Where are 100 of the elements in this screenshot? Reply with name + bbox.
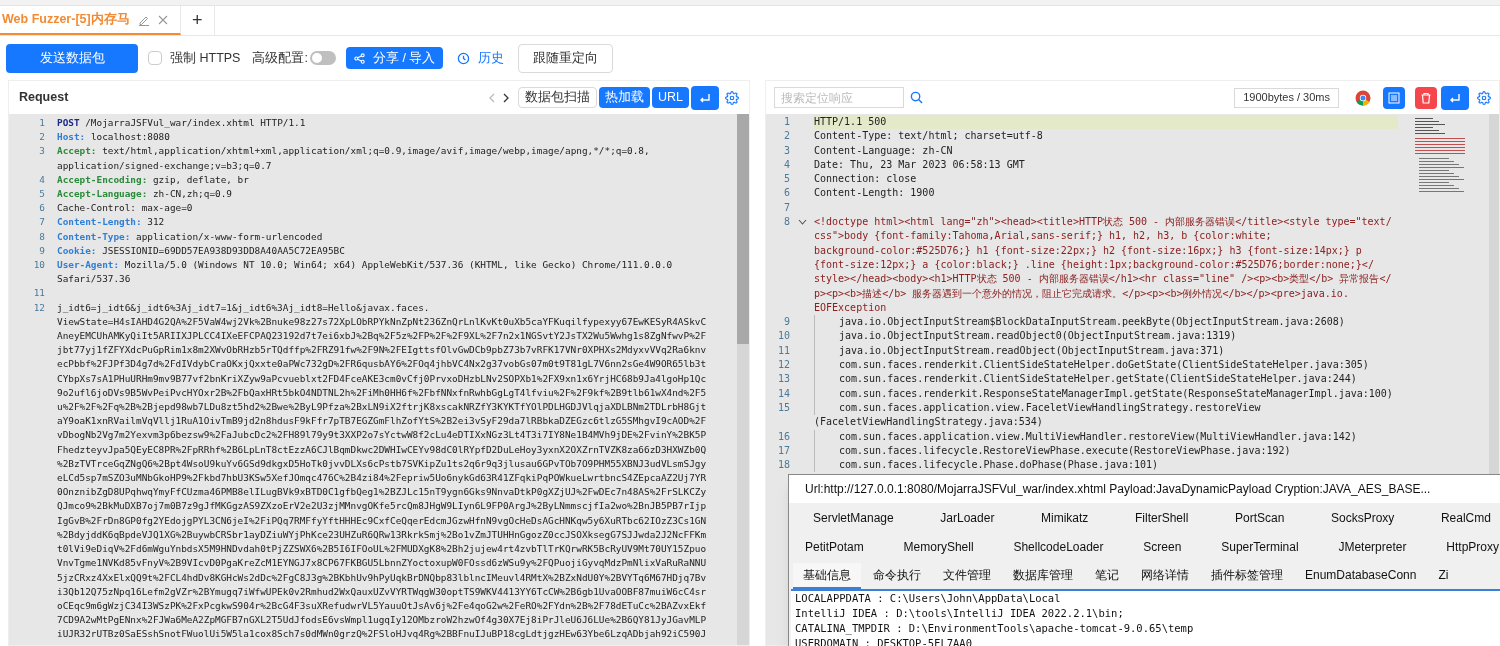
plugin-button[interactable]: RealCmd bbox=[1440, 508, 1491, 527]
code-line: QJmco9%2BkMuDXB7oj7m0B7z9gJfMKGgzAS9ZXzoErV2e2U3zjMMnvgOKfe5rcQm8JHgW9LIyn6L9FP0ArgJ%2ByLNmmscjfIa2wo%2BnJB5PB7rIjp bbox=[57, 499, 707, 514]
window-tab[interactable]: 笔记 bbox=[1085, 563, 1129, 589]
line-number: 12 bbox=[32, 300, 45, 315]
plugin-button[interactable]: FilterShell bbox=[1135, 508, 1189, 527]
code-line: p><p><b>描述</b> 服务器遇到一个意外的情况，阻止它完成请求。</p><p><b>例外情况</b></p><pre>java.io. bbox=[814, 286, 1350, 301]
line-number: 18 bbox=[776, 458, 790, 473]
window-tab[interactable]: 命令执行 bbox=[863, 563, 931, 589]
code-line: java.io.ObjectInputStream$BlockDataInputStream.peekByte(ObjectInputStream.java:2608) bbox=[814, 315, 1398, 330]
window-title: Url:http://127.0.0.1:8080/MojarraJSFVul_war/index.xhtml Payload:JavaDynamicPayload Cryption:JAVA_AES_BASE... bbox=[805, 481, 1431, 498]
plugin-button[interactable]: PetitPotam bbox=[805, 537, 864, 556]
plugin-button[interactable]: Screen bbox=[1143, 537, 1182, 556]
line-number: 5 bbox=[38, 187, 45, 201]
window-tab[interactable]: EnumDatabaseConn bbox=[1295, 563, 1427, 589]
code-line: ViewState=H4sIAHD4G2QA%2F5VaW4wj2Vk%2Bnuke98z27s72XpLObRPYkNnZpNt236ZnQrLnlKvKt0uXb5caYFKuqilfypexyy67EwKESyR4ASkvC bbox=[57, 314, 707, 329]
code-line: com.sun.faces.application.view.MultiViewHandler.restoreView(MultiViewHandler.java:142) bbox=[814, 429, 1398, 444]
history-link[interactable]: 历史 bbox=[453, 48, 509, 68]
code-line: aY9oaK1xnRVailmVqVllj1RuA1OivTmB9jd2n8hdusF9kFfr7pTB7EGZGmFlhZofYtS%2B2ei3vSyF29da7lRBbkaDZEGzc6tlzG5SMhgvI9cAOD%2F bbox=[57, 414, 707, 429]
checkbox[interactable] bbox=[148, 51, 162, 65]
checkbox-label: 强制 HTTPS bbox=[170, 49, 241, 67]
code-line: com.sun.faces.lifecycle.Phase.doPhase(Phase.java:101) bbox=[814, 458, 1398, 473]
window-tab[interactable]: 插件标签管理 bbox=[1201, 563, 1293, 589]
code-line: User-Agent: Mozilla/5.0 (Windows NT 10.0; Win64; x64) AppleWebKit/537.36 (KHTML, like Gecko) Chrome/111.0.0.0 bbox=[57, 258, 673, 273]
size-info: 1900bytes / 30ms bbox=[1234, 87, 1339, 108]
line-number: 10 bbox=[776, 329, 790, 344]
close-icon[interactable] bbox=[157, 14, 168, 25]
window-tab[interactable]: 文件管理 bbox=[933, 563, 1001, 589]
trash-icon bbox=[1420, 91, 1432, 104]
line-wrap-button[interactable] bbox=[1441, 85, 1469, 110]
output-line: CATALINA_TMPDIR : D:\EnvironmentTools\apache-tomcat-9.0.65\temp bbox=[795, 621, 1195, 636]
settings-icon[interactable] bbox=[725, 90, 739, 105]
code-line: FhedzteyvJpa5QEyEC8PR%2FpRRhf%2B6LpLnT8ctEzzA6CJlBqmDkwc2DWHIwCEYv98dC0lRYpfD2DuLeHoy3yxnX2OXZrnTVZK8za66zD3HXWZb0Q bbox=[57, 442, 707, 457]
line-number: 13 bbox=[776, 372, 790, 387]
code-line: 7CD9A2wMtPgENnx%2FJWa6MeA2ZpMGFB7nGXL2T5UdJfodsE6vsWmpl1ugqIy12OMbzroW2hzwOf4g30X7Ej8iPrJleU6J6LUe%2B6QY81JyJGavMLP bbox=[57, 613, 707, 628]
plugin-button[interactable]: JarLoader bbox=[940, 508, 995, 527]
scrollbar[interactable] bbox=[737, 114, 749, 645]
list-button[interactable] bbox=[1383, 86, 1405, 109]
redirect-button[interactable]: 跟随重定向 bbox=[518, 43, 614, 73]
line-number: 2 bbox=[782, 129, 790, 144]
plugin-button[interactable]: PortScan bbox=[1234, 508, 1285, 527]
code-line: POST /MojarraJSFVul_war/index.xhtml HTTP/1.1 bbox=[57, 116, 306, 130]
code-line: Content-Length: 1900 bbox=[814, 186, 936, 201]
line-number: 11 bbox=[776, 343, 790, 358]
code-line: java.io.ObjectInputStream.readObject0(ObjectInputStream.java:1319) bbox=[814, 329, 1398, 344]
line-number: 4 bbox=[38, 172, 45, 187]
output-line: LOCALAPPDATA : C:\Users\John\AppData\Local bbox=[795, 591, 1062, 606]
line-number: 10 bbox=[32, 258, 45, 273]
code-line: %2BdyjddK6qBpdeVJQ1XG%2BuywbCRSbr1ayDZiuWYjPhKce23UHZuR6QRw13RkrkSmj%2Bo1vZmJTUHHnGgozZ0ccJSOXksegG7SJJwda2J2NcFFKm bbox=[57, 527, 707, 542]
code-line: Content-Type: text/html; charset=utf-8 bbox=[814, 129, 1044, 144]
line-number: 6 bbox=[782, 186, 790, 201]
line-wrap-button[interactable] bbox=[691, 85, 719, 110]
plugin-button[interactable]: SocksProxy bbox=[1330, 508, 1395, 527]
toolbar-button[interactable]: URL bbox=[652, 87, 689, 108]
send-button[interactable]: 发送数据包 bbox=[6, 43, 138, 73]
line-number: 5 bbox=[782, 172, 790, 187]
code-line: 9o2ufl6joDVs9B5WvPeiPvcHYOxr2B%2FbQaxHRt5bkO4NDTNL2h%2FiMh0HH6f%2FbfNNxfnRwhbGgLgT4lfviu%2F%2F9kf%2B9tlb61wX4nd%2F5 bbox=[57, 385, 707, 400]
plugin-button[interactable]: Mimikatz bbox=[1041, 508, 1089, 527]
plugin-button[interactable]: SuperTerminal bbox=[1221, 537, 1299, 556]
plugin-button[interactable]: MemoryShell bbox=[903, 537, 974, 556]
fold-chevron-icon[interactable] bbox=[797, 219, 807, 226]
panel-title: Request bbox=[19, 89, 69, 107]
window-tab[interactable]: 网络详情 bbox=[1131, 563, 1199, 589]
toolbar-button[interactable]: 热加载 bbox=[599, 87, 650, 108]
code-line: style></head><body><h1>HTTP状态 500 - 内部服务器错误</h1><hr class="line" /><p><b>类型</b> 异常报告</ bbox=[814, 272, 1393, 287]
plugin-button[interactable]: JMeterpreter bbox=[1338, 537, 1407, 556]
code-line: Date: Thu, 23 Mar 2023 06:58:13 GMT bbox=[814, 157, 1026, 172]
code-line: vDbogNb2Vg7m2Yexvm3p6bezsw9%2FaJubcDc2%2FH89l79y9t3XXP2o7sYctwW8f2cLu4eDTIXxNGz3Lt4T3i7IY8Ne1B4MVh9jDE%2FvinY%2BK5P bbox=[57, 428, 707, 443]
code-line: CYbpXs7sA1PHuURHm9mv9B77vf2bnKriXZyw9aPcvueblxt2FD4FceAKE3cm0vCfj0PrvxoDHzbLNv2SOPXb1%2FX9xn1x6YrjHC68b9Ja4lgoHp1Qc bbox=[57, 371, 707, 386]
line-number: 12 bbox=[776, 358, 790, 373]
code-line: Content-Length: 312 bbox=[57, 215, 165, 230]
line-number: 1 bbox=[38, 116, 45, 130]
plugin-button[interactable]: ShellcodeLoader bbox=[1013, 537, 1104, 556]
window-tab[interactable]: Zi bbox=[1428, 563, 1459, 589]
toolbar-button[interactable]: 数据包扫描 bbox=[518, 87, 597, 108]
clock-icon bbox=[457, 51, 471, 65]
share-icon bbox=[353, 52, 365, 64]
plugin-button[interactable]: ServletManage bbox=[813, 508, 894, 527]
window-tab[interactable]: 数据库管理 bbox=[1003, 563, 1083, 589]
share-button[interactable]: 分享 / 导入 bbox=[345, 47, 444, 69]
list-icon bbox=[1388, 91, 1400, 104]
code-line: u%2F%2F%2Fq%2B%2Bjepd98wb7LDu8zt5hd2%2Bwe%2ByL9Pfza%2BxLN9iX2ftrjK8xscakNRZfY3KYKTfYOlPDLHGDJVlqjaXDLBNm2TDLrbH8Gjt bbox=[57, 400, 707, 415]
line-number: 7 bbox=[782, 200, 790, 215]
code-line: Accept-Encoding: gzip, deflate, br bbox=[57, 172, 249, 187]
settings-icon[interactable] bbox=[1477, 90, 1491, 105]
plugin-button[interactable]: HttpProxy bbox=[1446, 537, 1499, 556]
toggle-switch[interactable] bbox=[309, 51, 336, 65]
delete-button[interactable] bbox=[1415, 86, 1437, 109]
code-line: Cookie: JSESSIONID=69DD57EA938D93DD8A40AA5C72EA95BC bbox=[57, 243, 345, 258]
line-number: 1 bbox=[782, 115, 790, 129]
code-line: background-color:#525D76;} h1 {font-size:22px;} h2 {font-size:16px;} h3 {font-size:14px;} p bbox=[814, 243, 1363, 258]
code-line: com.sun.faces.application.view.FaceletViewHandlingStrategy.restoreView bbox=[814, 400, 1398, 416]
search-field[interactable]: 搜索定位响应 bbox=[774, 87, 904, 108]
window-tab[interactable]: 基础信息 bbox=[793, 563, 861, 589]
code-line: Content-Type: application/x-www-form-urlencoded bbox=[57, 229, 323, 244]
code-line: t0lVi9eDiqV%2Fd6mWguYnbdsX5M9HNDvdah0tPjZZSWX6%2B5I6IFOoUL%2FMUDXgK8%2Bh2jujew4rt4zvbTlTrKQrwRK5BcRyUV9Mt70UY15Zpuo bbox=[57, 542, 707, 557]
search-icon[interactable] bbox=[910, 91, 923, 104]
line-number: 3 bbox=[782, 143, 790, 158]
code-line: ecPbbf%2FJPf3D4g7d%2FdIVdybCraOKxjQxxte0aPWc732gD%2FR6qusbAY6%2FOq4jhbVC4Nx2g37vobGs07m0t9T81gL7V6nn2sGe4W9OR65lb3t bbox=[57, 357, 707, 372]
new-tab-button[interactable]: + bbox=[180, 6, 215, 35]
browser-icon[interactable] bbox=[1355, 89, 1371, 106]
